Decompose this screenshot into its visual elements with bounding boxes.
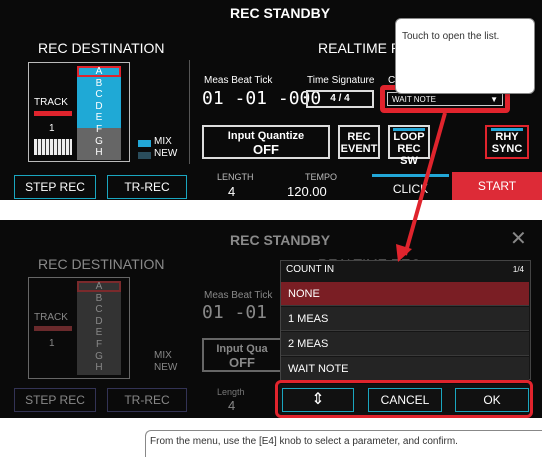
top-callout-text: Touch to open the list. bbox=[402, 31, 500, 42]
bottom-callout-text: From the menu, use the [E4] knob to sele… bbox=[150, 436, 458, 447]
bottom-callout: From the menu, use the [E4] knob to sele… bbox=[145, 430, 542, 457]
top-callout: Touch to open the list. bbox=[395, 18, 535, 94]
